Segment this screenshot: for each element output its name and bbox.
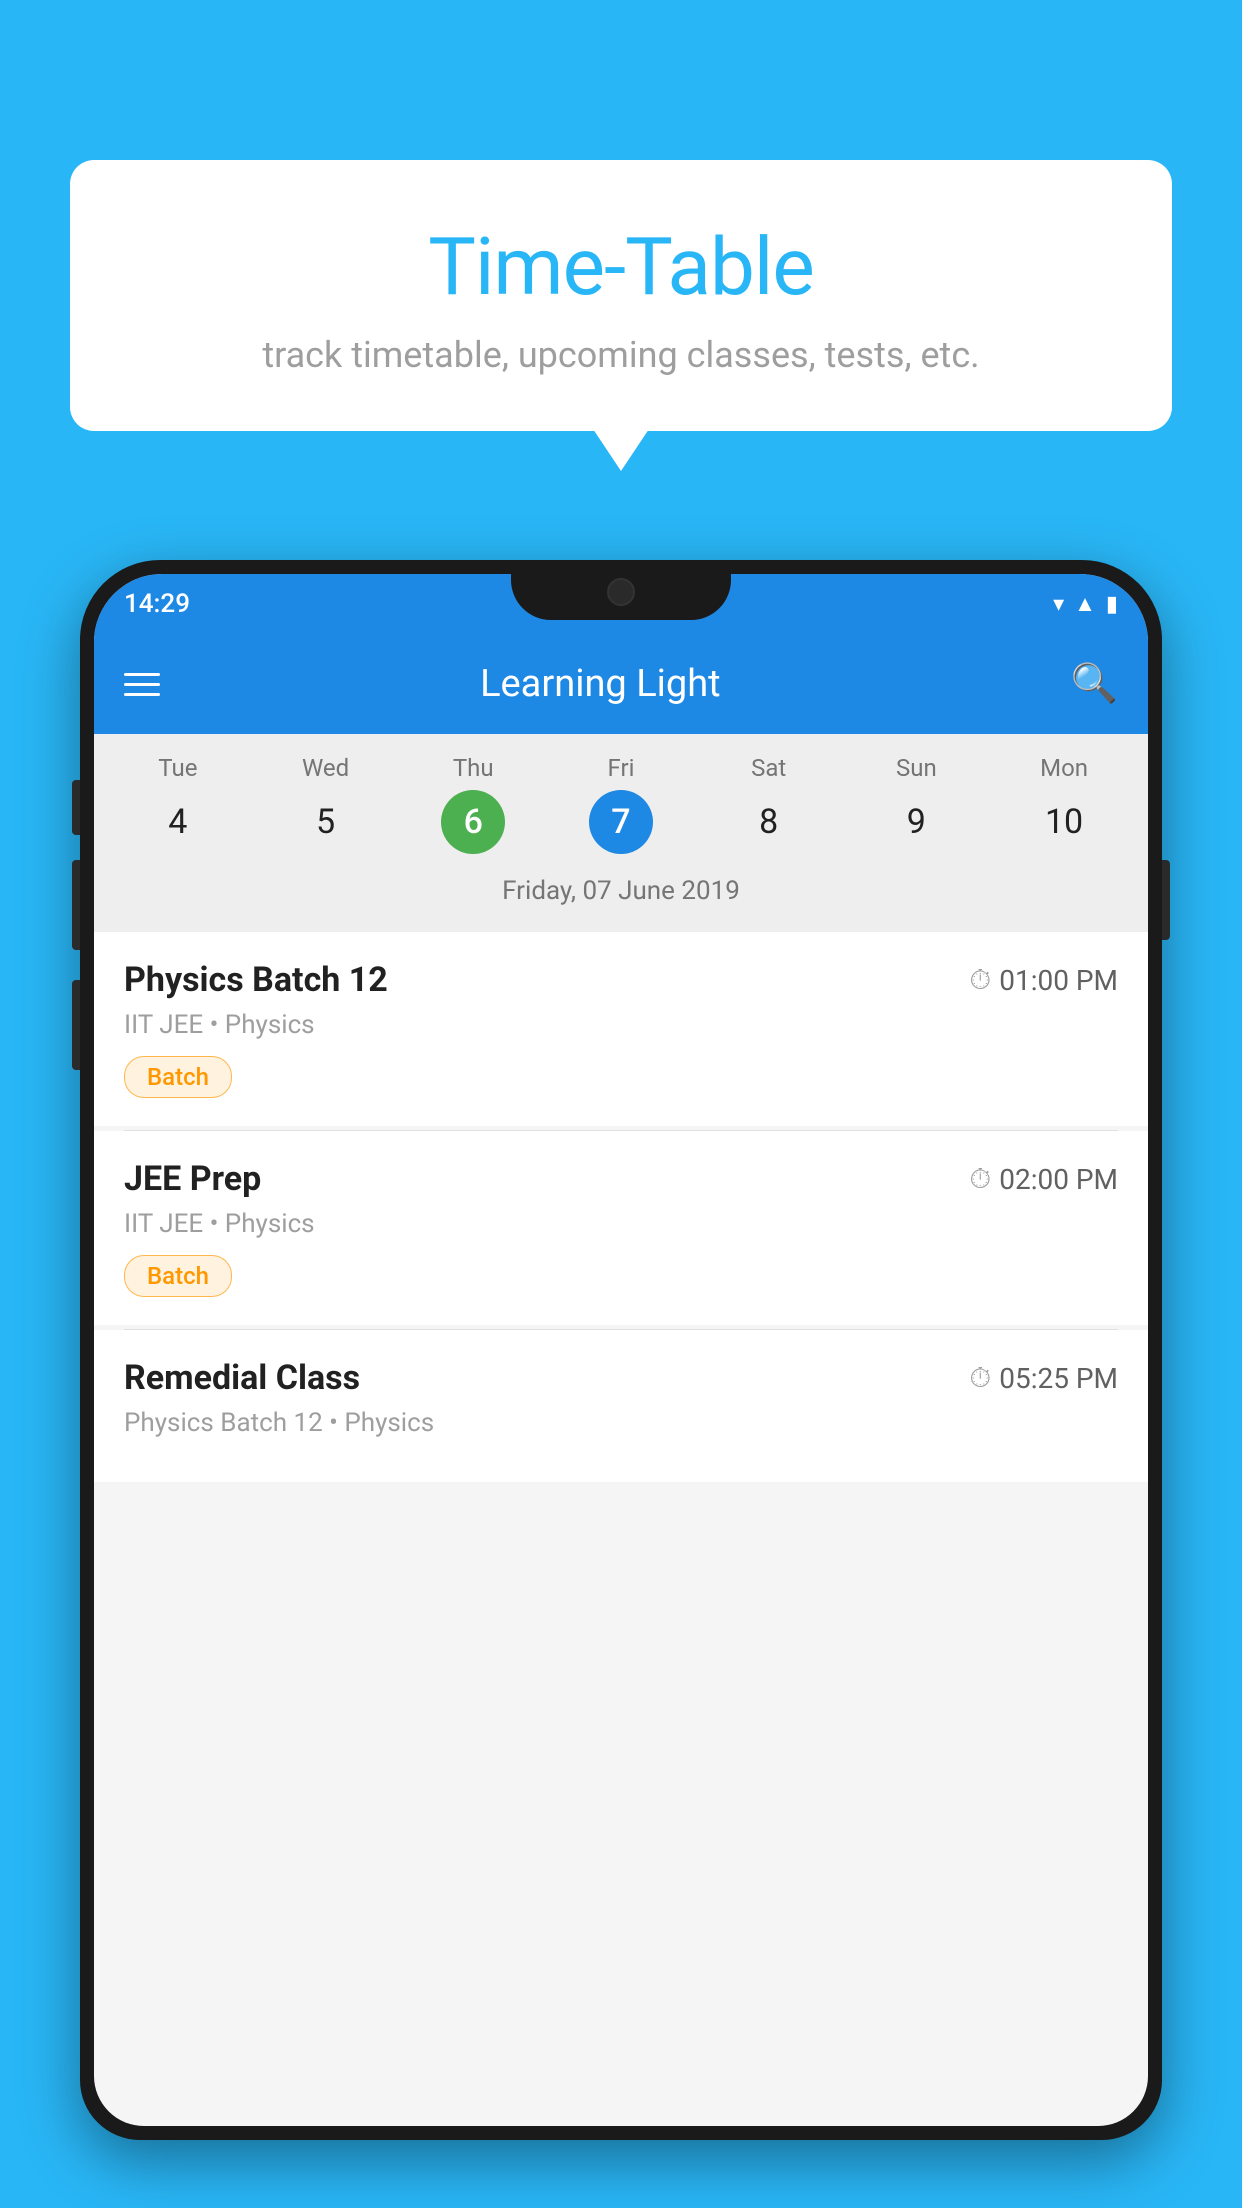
batch-badge: Batch <box>124 1255 232 1297</box>
day-col[interactable]: Thu 6 <box>423 754 523 854</box>
days-row: Tue 4 Wed 5 Thu 6 Fri 7 Sat 8 Sun 9 Mon 10 <box>94 754 1148 854</box>
phone-notch <box>511 560 731 620</box>
clock-icon: ⏱ <box>969 963 991 997</box>
schedule-item[interactable]: Physics Batch 12 ⏱01:00 PM IIT JEE • Physi… <box>94 932 1148 1126</box>
app-bar: Learning Light 🔍 <box>94 634 1148 734</box>
item-title: Physics Batch 12 <box>124 960 388 1000</box>
day-number[interactable]: 7 <box>589 790 653 854</box>
battery-icon: ▮ <box>1106 592 1118 617</box>
day-name: Thu <box>453 754 494 782</box>
phone-frame: 14:29 ▾ ▲ ▮ Learning Light 🔍 <box>80 560 1162 2140</box>
item-time: ⏱01:00 PM <box>969 963 1118 997</box>
batch-badge: Batch <box>124 1056 232 1098</box>
calendar-strip: Tue 4 Wed 5 Thu 6 Fri 7 Sat 8 Sun 9 Mon 10 Friday, 07… <box>94 734 1148 932</box>
item-title: JEE Prep <box>124 1159 261 1199</box>
search-icon[interactable]: 🔍 <box>1071 662 1118 706</box>
bubble-title: Time-Table <box>120 220 1122 314</box>
item-subtitle: Physics Batch 12 • Physics <box>124 1408 1118 1438</box>
clock-icon: ⏱ <box>969 1361 991 1395</box>
schedule-list: Physics Batch 12⏱01:00 PMIIT JEE • Physi… <box>94 932 1148 1486</box>
signal-icon: ▲ <box>1074 591 1096 617</box>
day-col[interactable]: Wed 5 <box>276 754 376 854</box>
volume-down-button <box>72 980 80 1070</box>
wifi-icon: ▾ <box>1053 592 1064 617</box>
schedule-item[interactable]: JEE Prep ⏱02:00 PM IIT JEE • Physics Batch <box>94 1131 1148 1325</box>
app-title: Learning Light <box>190 662 1011 706</box>
item-header: Remedial Class ⏱05:25 PM <box>124 1358 1118 1398</box>
selected-date-label: Friday, 07 June 2019 <box>94 864 1148 922</box>
day-col[interactable]: Fri 7 <box>571 754 671 854</box>
clock-icon: ⏱ <box>969 1162 991 1196</box>
speech-bubble-container: Time-Table track timetable, upcoming cla… <box>70 160 1172 431</box>
item-header: Physics Batch 12 ⏱01:00 PM <box>124 960 1118 1000</box>
day-col[interactable]: Sat 8 <box>719 754 819 854</box>
day-number[interactable]: 8 <box>737 790 801 854</box>
speech-bubble: Time-Table track timetable, upcoming cla… <box>70 160 1172 431</box>
status-time: 14:29 <box>124 589 190 619</box>
day-number[interactable]: 10 <box>1032 790 1096 854</box>
phone-mockup: 14:29 ▾ ▲ ▮ Learning Light 🔍 <box>80 560 1162 2208</box>
day-name: Sun <box>896 754 937 782</box>
day-number[interactable]: 5 <box>294 790 358 854</box>
day-col[interactable]: Sun 9 <box>866 754 966 854</box>
day-name: Fri <box>607 754 634 782</box>
status-icons: ▾ ▲ ▮ <box>1053 591 1118 617</box>
item-time: ⏱02:00 PM <box>969 1162 1118 1196</box>
front-camera <box>607 578 635 606</box>
mute-button <box>72 780 80 835</box>
item-subtitle: IIT JEE • Physics <box>124 1010 1118 1040</box>
phone-screen: 14:29 ▾ ▲ ▮ Learning Light 🔍 <box>94 574 1148 2126</box>
day-name: Wed <box>302 754 349 782</box>
day-name: Mon <box>1040 754 1088 782</box>
time-text: 01:00 PM <box>999 964 1118 997</box>
power-button <box>1162 860 1170 940</box>
day-number[interactable]: 4 <box>146 790 210 854</box>
day-number[interactable]: 6 <box>441 790 505 854</box>
volume-up-button <box>72 860 80 950</box>
menu-button[interactable] <box>124 673 160 696</box>
day-name: Sat <box>751 754 786 782</box>
item-title: Remedial Class <box>124 1358 360 1398</box>
time-text: 05:25 PM <box>999 1362 1118 1395</box>
day-number[interactable]: 9 <box>884 790 948 854</box>
item-header: JEE Prep ⏱02:00 PM <box>124 1159 1118 1199</box>
item-time: ⏱05:25 PM <box>969 1361 1118 1395</box>
bubble-subtitle: track timetable, upcoming classes, tests… <box>120 334 1122 376</box>
day-col[interactable]: Tue 4 <box>128 754 228 854</box>
time-text: 02:00 PM <box>999 1163 1118 1196</box>
day-col[interactable]: Mon 10 <box>1014 754 1114 854</box>
item-subtitle: IIT JEE • Physics <box>124 1209 1118 1239</box>
schedule-item[interactable]: Remedial Class ⏱05:25 PM Physics Batch 12 … <box>94 1330 1148 1482</box>
day-name: Tue <box>158 754 197 782</box>
